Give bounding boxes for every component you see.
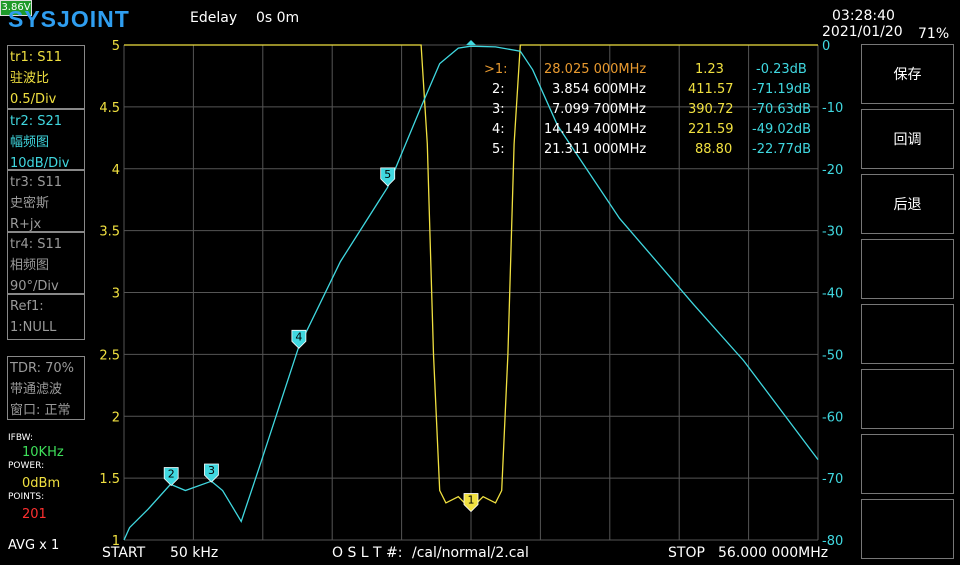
marker-vswr: 390.72 (688, 102, 734, 117)
left-tick-label: 3.5 (99, 225, 120, 240)
marker-db: -0.23dB (756, 62, 807, 77)
marker-db: -70.63dB (752, 102, 812, 117)
marker-flag-label: 5 (384, 168, 391, 181)
left-tick-label: 3 (112, 287, 120, 302)
marker-db: -22.77dB (752, 142, 812, 157)
marker-db: -71.19dB (752, 82, 812, 97)
left-tick-label: 4.5 (99, 101, 120, 116)
vna-plot[interactable]: 5 4.5 4 3.5 3 2.5 2 1.5 1 0 -10 -20 -30 -40 -50 -60 -70 -… (0, 0, 960, 565)
marker-db: -49.02dB (752, 122, 812, 137)
right-tick-label: -20 (822, 163, 843, 178)
marker-flag: 1 (463, 493, 479, 513)
marker-flag: 3 (204, 463, 219, 483)
right-tick-label: -50 (822, 348, 843, 363)
left-tick-label: 1 (112, 534, 120, 549)
left-tick-label: 2 (112, 410, 120, 425)
marker-flag-label: 1 (468, 494, 475, 507)
right-tick-label: -40 (822, 287, 843, 302)
right-tick-label: 0 (822, 39, 830, 54)
marker-flag-label: 3 (208, 464, 215, 477)
marker-freq: 21.311 000MHz (544, 142, 647, 157)
marker-freq: 7.099 700MHz (552, 102, 646, 117)
right-tick-label: -30 (822, 225, 843, 240)
left-tick-label: 1.5 (99, 472, 120, 487)
marker-id: 3: (492, 102, 505, 117)
marker-id: 4: (492, 122, 505, 137)
marker-freq: 28.025 000MHz (544, 62, 647, 77)
right-tick-label: -80 (822, 534, 843, 549)
active-marker-top-icon (466, 40, 476, 45)
marker-vswr: 411.57 (688, 82, 734, 97)
marker-vswr: 1.23 (695, 62, 724, 77)
marker-flag: 2 (163, 467, 179, 487)
marker-freq: 14.149 400MHz (544, 122, 647, 137)
plot-grid (123, 44, 819, 541)
left-tick-label: 5 (112, 39, 120, 54)
marker-flag-label: 4 (295, 330, 302, 343)
right-tick-label: -60 (822, 410, 843, 425)
right-tick-label: -10 (822, 101, 843, 116)
marker-vswr: 221.59 (688, 122, 734, 137)
marker-vswr: 88.80 (695, 142, 733, 157)
marker-flag-label: 2 (168, 467, 175, 480)
marker-freq: 3.854 600MHz (552, 82, 646, 97)
marker-id: >1: (484, 62, 508, 77)
marker-id: 5: (492, 142, 505, 157)
marker-id: 2: (492, 82, 505, 97)
marker-flag: 5 (380, 167, 396, 187)
right-tick-label: -70 (822, 472, 843, 487)
left-tick-label: 4 (112, 163, 120, 178)
left-tick-label: 2.5 (99, 348, 120, 363)
marker-flag: 4 (291, 329, 307, 349)
